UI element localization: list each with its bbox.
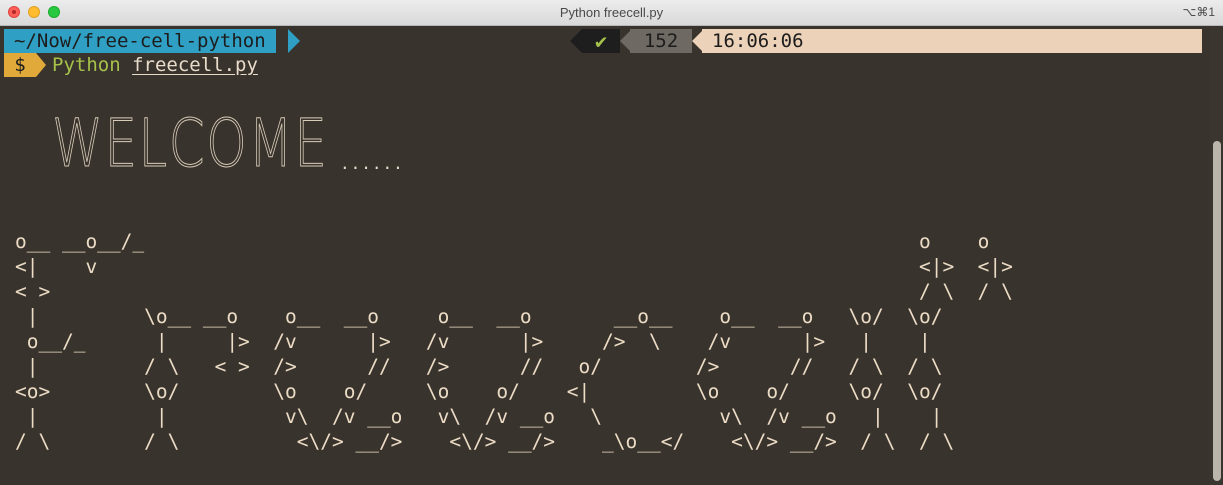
command-argument[interactable]: freecell.py bbox=[132, 54, 258, 76]
terminal-content[interactable]: ~/Now/free-cell-python ✔ 152 16:06:06 $ … bbox=[0, 26, 1210, 485]
freecell-ascii-art: o__ __o__/_ o o <| v <|> <|> < > / \ / \… bbox=[15, 230, 1013, 453]
scrollbar[interactable] bbox=[1210, 26, 1223, 485]
status-check-icon: ✔ bbox=[582, 29, 620, 53]
path-segment-arrow bbox=[288, 29, 300, 53]
welcome-banner: WELCOME bbox=[52, 105, 329, 182]
window-shortcut: ⌥⌘1 bbox=[1182, 5, 1215, 19]
command-line: Python freecell.py bbox=[52, 53, 258, 77]
status-segment-arrow bbox=[570, 29, 582, 53]
window-title: Python freecell.py bbox=[559, 5, 664, 20]
terminal-window: Python freecell.py ⌥⌘1 ~/Now/free-cell-p… bbox=[0, 0, 1223, 485]
prompt-symbol: $ bbox=[4, 53, 36, 77]
command-name: Python bbox=[52, 54, 121, 76]
prompt-path: ~/Now/free-cell-python bbox=[4, 29, 276, 53]
scrollbar-thumb[interactable] bbox=[1213, 141, 1221, 481]
prompt-symbol-arrow bbox=[36, 53, 46, 77]
welcome-dots: ...... bbox=[340, 154, 404, 173]
prompt-time: 16:06:06 bbox=[702, 29, 1202, 53]
title-bar[interactable]: Python freecell.py ⌥⌘1 bbox=[0, 0, 1223, 26]
history-number: 152 bbox=[630, 29, 692, 53]
